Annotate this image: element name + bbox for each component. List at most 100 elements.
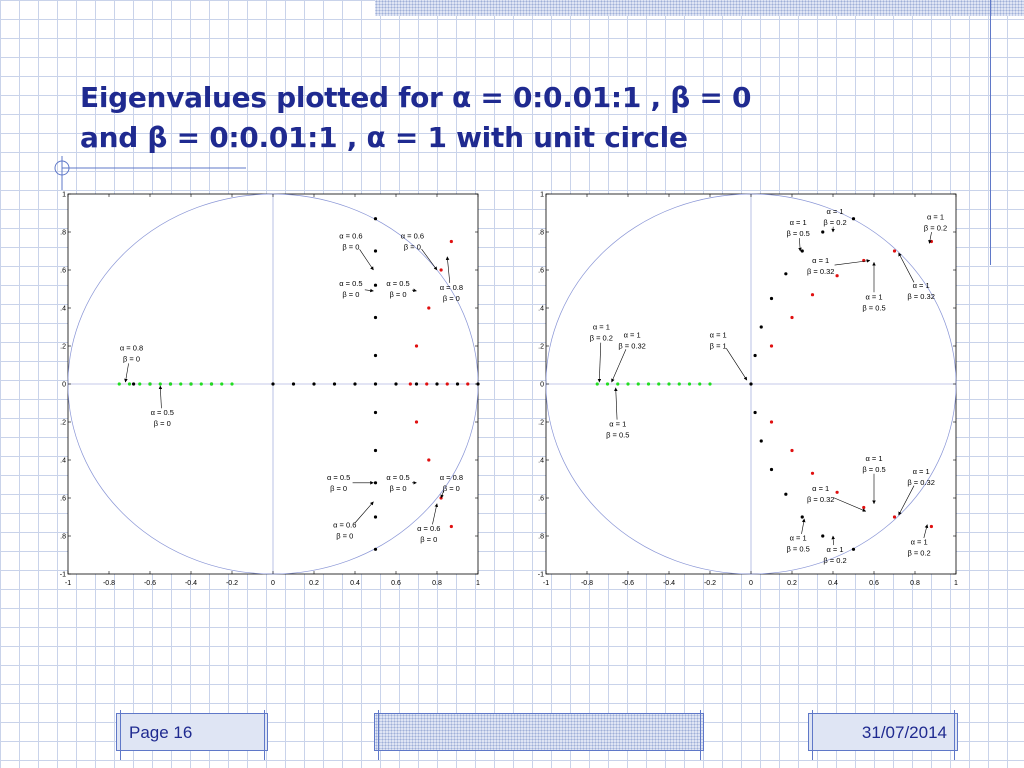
eigenvalue-point — [455, 382, 460, 386]
annotation-line-2: β = 0.5 — [787, 545, 810, 554]
annotation-line-2: β = 0 — [390, 290, 407, 299]
eigenvalue-point — [189, 382, 193, 386]
eigenvalue-point — [892, 515, 897, 519]
eigenvalue-point — [373, 249, 378, 253]
annotation-line-1: α = 1 — [911, 537, 928, 546]
eigenvalue-point — [435, 382, 439, 386]
eigenvalue-point — [851, 547, 856, 551]
eigenvalue-point — [769, 467, 774, 472]
eigenvalue-point — [616, 382, 620, 386]
eigenvalue-point — [800, 249, 804, 253]
x-tick-label: -0.6 — [622, 580, 634, 587]
x-tick-label: 0.6 — [391, 580, 401, 587]
annotation-line-2: β = 0.32 — [807, 495, 834, 504]
eigenvalue-point — [220, 382, 224, 386]
y-tick-label: 0.4 — [538, 306, 544, 313]
plot-alpha-sweep-svg: -1 -0.8 -0.6 -0.4 -0.2 0 0.2 0.4 0.6 0.8 1 -1 -0.8 -0… — [60, 192, 480, 588]
eigenvalue-point — [892, 249, 897, 253]
right-decorative-rule — [990, 0, 991, 265]
eigenvalue-point — [394, 382, 398, 386]
annotation-line-1: α = 1 — [624, 330, 641, 339]
annotation-line-1: α = 0.5 — [386, 279, 409, 288]
eigenvalue-point — [476, 382, 480, 386]
eigenvalue-point — [449, 239, 453, 244]
eigenvalue-point — [414, 382, 419, 386]
eigenvalue-point — [821, 230, 825, 234]
eigenvalue-point — [408, 382, 412, 386]
annotation-line-2: β = 0.5 — [606, 431, 629, 440]
y-tick-label: -0.2 — [538, 420, 544, 427]
x-tick-label: 0 — [271, 580, 275, 587]
annotation-line-2: β = 0.32 — [907, 292, 934, 301]
footer-page-box: Page 16 — [116, 713, 268, 751]
x-tick-label: -0.8 — [581, 580, 593, 587]
eigenvalue-point — [373, 547, 378, 551]
annotation-line-1: α = 0.6 — [333, 520, 356, 529]
eigenvalue-point — [821, 534, 825, 538]
eigenvalue-plot-beta-sweep: -1 -0.8 -0.6 -0.4 -0.2 0 0.2 0.4 0.6 0.8 1 -1 -0.8 -0… — [538, 188, 958, 588]
eigenvalue-point — [373, 382, 378, 386]
eigenvalue-point — [698, 382, 702, 386]
annotation-line-2: β = 0.5 — [862, 303, 885, 312]
eigenvalue-point — [427, 306, 431, 310]
eigenvalue-point — [646, 382, 651, 386]
eigenvalue-point — [667, 382, 671, 386]
eigenvalue-point — [373, 315, 378, 320]
y-tick-label: 0.4 — [60, 306, 66, 313]
eigenvalue-point — [769, 344, 774, 348]
y-tick-label: 0 — [540, 382, 544, 389]
annotation-line-1: α = 1 — [812, 484, 829, 493]
annotation-line-1: α = 0.6 — [339, 232, 362, 241]
annotation-line-1: α = 1 — [593, 323, 610, 332]
annotation-line-2: β = 0 — [342, 290, 359, 299]
eigenvalue-point — [790, 315, 794, 320]
eigenvalue-point — [466, 382, 470, 386]
y-tick-label: 1 — [62, 192, 66, 199]
eigenvalue-point — [414, 420, 419, 424]
annotation-line-2: β = 0 — [420, 535, 437, 544]
x-tick-label: 0 — [749, 580, 753, 587]
eigenvalue-point — [209, 382, 214, 386]
annotation-line-2: β = 0 — [154, 419, 171, 428]
x-tick-label: 0.8 — [910, 580, 920, 587]
eigenvalue-point — [230, 382, 234, 386]
eigenvalue-point — [117, 382, 121, 386]
x-tick-label: 0.8 — [432, 580, 442, 587]
y-tick-label: 0.8 — [538, 230, 544, 237]
eigenvalue-point — [810, 471, 815, 475]
y-tick-label: -0.2 — [60, 420, 66, 427]
y-tick-label: 0.6 — [538, 268, 544, 275]
eigenvalue-point — [425, 382, 429, 386]
x-tick-label: -0.4 — [663, 580, 675, 587]
eigenvalue-point — [439, 268, 443, 272]
y-tick-label: -0.4 — [60, 458, 66, 465]
title-decoration — [54, 156, 246, 190]
annotation-line-1: α = 0.8 — [440, 283, 463, 292]
annotation-line-2: β = 0.32 — [807, 267, 834, 276]
annotation-line-1: α = 1 — [710, 330, 727, 339]
eigenvalue-point — [759, 325, 763, 329]
eigenvalue-point — [677, 382, 681, 386]
eigenvalue-point — [749, 382, 753, 386]
annotation-line-2: β = 0.2 — [907, 548, 930, 557]
annotation-line-1: α = 0.5 — [151, 408, 174, 417]
eigenvalue-point — [168, 382, 173, 386]
footer-center-box — [374, 713, 704, 751]
eigenvalue-point — [373, 283, 378, 287]
footer-rule — [812, 710, 813, 760]
footer-rule — [264, 710, 265, 760]
eigenvalue-point — [769, 420, 774, 424]
footer-rule — [954, 710, 955, 760]
annotation-line-2: β = 0.5 — [787, 229, 810, 238]
eigenvalue-point — [605, 382, 610, 386]
x-tick-label: 0.6 — [869, 580, 879, 587]
annotation-line-2: β = 1 — [710, 341, 727, 350]
eigenvalue-point — [179, 382, 183, 386]
annotation-line-1: α = 1 — [790, 218, 807, 227]
eigenvalue-point — [687, 382, 692, 386]
eigenvalue-point — [449, 524, 453, 529]
y-tick-label: -1 — [538, 572, 544, 579]
eigenvalue-point — [291, 382, 296, 386]
annotation-line-2: β = 0.2 — [823, 218, 846, 227]
x-tick-label: -0.6 — [144, 580, 156, 587]
